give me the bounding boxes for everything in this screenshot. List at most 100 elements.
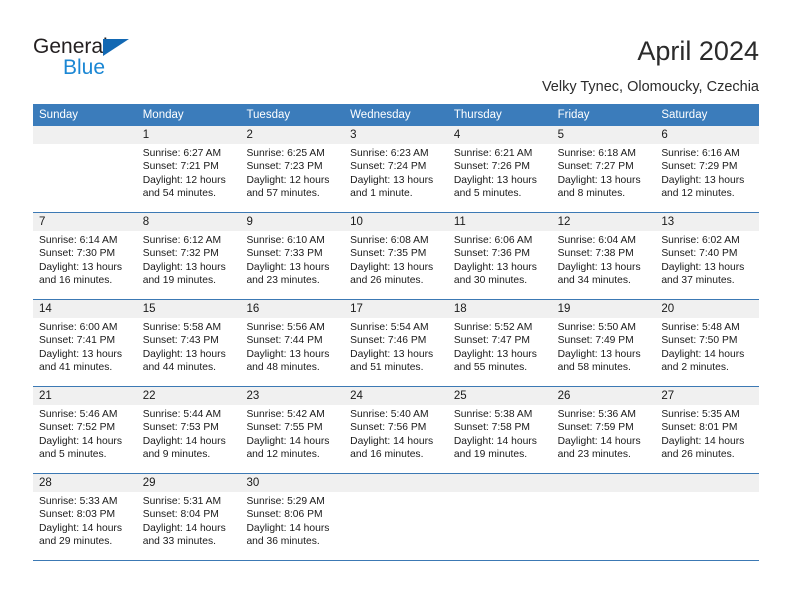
day-number[interactable]: 25 xyxy=(448,387,552,405)
daylight-text: and 16 minutes. xyxy=(39,274,113,286)
day-cell[interactable]: Sunrise: 5:33 AM Sunset: 8:03 PM Daylight:… xyxy=(33,492,137,560)
sunrise-text: Sunrise: 5:54 AM xyxy=(350,322,429,333)
daylight-text: Daylight: 13 hours xyxy=(557,174,641,186)
daylight-text: Daylight: 13 hours xyxy=(557,348,641,360)
day-cell[interactable]: Sunrise: 6:21 AM Sunset: 7:26 PM Daylight:… xyxy=(448,144,552,212)
day-number[interactable]: 2 xyxy=(240,126,344,144)
sunset-text: Sunset: 7:33 PM xyxy=(246,248,323,260)
sunrise-text: Sunrise: 5:29 AM xyxy=(246,496,325,507)
day-number[interactable]: 6 xyxy=(655,126,759,144)
day-detail-band: Sunrise: 6:14 AM Sunset: 7:30 PM Daylight:… xyxy=(33,231,759,299)
day-number[interactable]: 29 xyxy=(137,474,241,492)
daylight-text: Daylight: 12 hours xyxy=(142,174,226,186)
day-cell[interactable]: Sunrise: 5:36 AM Sunset: 7:59 PM Daylight:… xyxy=(552,405,656,473)
day-number[interactable]: 11 xyxy=(448,213,552,231)
sunset-text: Sunset: 7:36 PM xyxy=(453,248,531,260)
sunrise-text: Sunrise: 5:56 AM xyxy=(246,322,325,333)
calendar-week-row: 28 29 30 Sunrise: 5:33 AM Sunset: 8:03 PM Day… xyxy=(33,473,759,560)
day-number[interactable]: 15 xyxy=(137,300,241,318)
day-cell[interactable]: Sunrise: 6:16 AM Sunset: 7:29 PM Daylight:… xyxy=(655,144,759,212)
day-cell[interactable]: Sunrise: 6:00 AM Sunset: 7:41 PM Daylight:… xyxy=(33,318,137,386)
page-title: April 2024 xyxy=(637,36,759,66)
sunset-text: Sunset: 8:03 PM xyxy=(39,509,116,521)
day-number[interactable]: 21 xyxy=(33,387,137,405)
day-cell[interactable]: Sunrise: 5:29 AM Sunset: 8:06 PM Daylight:… xyxy=(240,492,344,560)
day-cell[interactable]: Sunrise: 6:18 AM Sunset: 7:27 PM Daylight:… xyxy=(552,144,656,212)
daylight-text: Daylight: 13 hours xyxy=(142,348,226,360)
day-cell[interactable]: Sunrise: 6:23 AM Sunset: 7:24 PM Daylight:… xyxy=(344,144,448,212)
daylight-text: and 58 minutes. xyxy=(557,361,631,373)
day-cell[interactable]: Sunrise: 6:02 AM Sunset: 7:40 PM Daylight:… xyxy=(655,231,759,299)
sunset-text: Sunset: 7:30 PM xyxy=(39,248,116,260)
day-cell[interactable]: Sunrise: 5:58 AM Sunset: 7:43 PM Daylight:… xyxy=(137,318,241,386)
daylight-text: Daylight: 13 hours xyxy=(39,348,122,360)
day-number[interactable]: 24 xyxy=(344,387,448,405)
day-number[interactable]: 14 xyxy=(33,300,137,318)
day-cell[interactable]: Sunrise: 6:12 AM Sunset: 7:32 PM Daylight:… xyxy=(137,231,241,299)
day-cell[interactable]: Sunrise: 5:52 AM Sunset: 7:47 PM Daylight:… xyxy=(448,318,552,386)
day-cell[interactable]: Sunrise: 5:40 AM Sunset: 7:56 PM Daylight:… xyxy=(344,405,448,473)
day-cell[interactable]: Sunrise: 6:04 AM Sunset: 7:38 PM Daylight:… xyxy=(552,231,656,299)
daylight-text: Daylight: 14 hours xyxy=(246,522,330,534)
day-cell[interactable]: Sunrise: 5:54 AM Sunset: 7:46 PM Daylight:… xyxy=(344,318,448,386)
day-cell-empty xyxy=(655,492,759,560)
day-cell[interactable]: Sunrise: 6:25 AM Sunset: 7:23 PM Daylight:… xyxy=(240,144,344,212)
logo-triangle-icon xyxy=(103,39,129,56)
day-number[interactable]: 26 xyxy=(552,387,656,405)
calendar-bottom-divider xyxy=(33,560,759,561)
day-detail-band: Sunrise: 5:46 AM Sunset: 7:52 PM Daylight:… xyxy=(33,405,759,473)
day-cell[interactable]: Sunrise: 5:42 AM Sunset: 7:55 PM Daylight:… xyxy=(240,405,344,473)
day-number[interactable]: 9 xyxy=(240,213,344,231)
day-number[interactable]: 20 xyxy=(655,300,759,318)
daylight-text: Daylight: 12 hours xyxy=(246,174,330,186)
day-number[interactable]: 5 xyxy=(552,126,656,144)
day-detail-band: Sunrise: 5:33 AM Sunset: 8:03 PM Daylight:… xyxy=(33,492,759,560)
daylight-text: and 26 minutes. xyxy=(661,448,735,460)
day-cell[interactable]: Sunrise: 6:08 AM Sunset: 7:35 PM Daylight:… xyxy=(344,231,448,299)
day-number[interactable]: 22 xyxy=(137,387,241,405)
sunrise-text: Sunrise: 5:33 AM xyxy=(39,496,118,507)
day-number[interactable]: 18 xyxy=(448,300,552,318)
day-number-band: 28 29 30 xyxy=(33,474,759,492)
daylight-text: and 23 minutes. xyxy=(557,448,631,460)
day-number[interactable]: 23 xyxy=(240,387,344,405)
day-number[interactable]: 30 xyxy=(240,474,344,492)
day-number[interactable]: 12 xyxy=(552,213,656,231)
sunrise-text: Sunrise: 6:08 AM xyxy=(350,235,429,246)
weekday-header-wednesday: Wednesday xyxy=(350,109,411,121)
day-cell[interactable]: Sunrise: 5:46 AM Sunset: 7:52 PM Daylight:… xyxy=(33,405,137,473)
day-cell[interactable]: Sunrise: 6:14 AM Sunset: 7:30 PM Daylight:… xyxy=(33,231,137,299)
day-cell[interactable]: Sunrise: 6:10 AM Sunset: 7:33 PM Daylight:… xyxy=(240,231,344,299)
day-cell[interactable]: Sunrise: 5:48 AM Sunset: 7:50 PM Daylight:… xyxy=(655,318,759,386)
day-cell[interactable]: Sunrise: 5:56 AM Sunset: 7:44 PM Daylight:… xyxy=(240,318,344,386)
sunset-text: Sunset: 7:58 PM xyxy=(453,422,531,434)
day-number[interactable]: 3 xyxy=(344,126,448,144)
daylight-text: Daylight: 13 hours xyxy=(39,261,122,273)
daylight-text: and 44 minutes. xyxy=(142,361,216,373)
daylight-text: and 41 minutes. xyxy=(39,361,113,373)
sunrise-text: Sunrise: 6:14 AM xyxy=(39,235,118,246)
sunset-text: Sunset: 8:01 PM xyxy=(661,422,738,434)
day-number[interactable]: 8 xyxy=(137,213,241,231)
sunset-text: Sunset: 7:38 PM xyxy=(557,248,634,260)
day-number[interactable]: 19 xyxy=(552,300,656,318)
day-number[interactable]: 28 xyxy=(33,474,137,492)
day-number[interactable]: 4 xyxy=(448,126,552,144)
daylight-text: and 5 minutes. xyxy=(39,448,107,460)
day-number[interactable]: 7 xyxy=(33,213,137,231)
day-cell[interactable]: Sunrise: 5:35 AM Sunset: 8:01 PM Daylight:… xyxy=(655,405,759,473)
day-cell[interactable]: Sunrise: 6:06 AM Sunset: 7:36 PM Daylight:… xyxy=(448,231,552,299)
day-cell[interactable]: Sunrise: 6:27 AM Sunset: 7:21 PM Daylight:… xyxy=(137,144,241,212)
day-number[interactable]: 13 xyxy=(655,213,759,231)
day-number[interactable]: 1 xyxy=(137,126,241,144)
day-detail-band: Sunrise: 6:00 AM Sunset: 7:41 PM Daylight:… xyxy=(33,318,759,386)
day-cell[interactable]: Sunrise: 5:44 AM Sunset: 7:53 PM Daylight:… xyxy=(137,405,241,473)
sunset-text: Sunset: 7:40 PM xyxy=(661,248,738,260)
day-number[interactable]: 17 xyxy=(344,300,448,318)
day-number[interactable]: 16 xyxy=(240,300,344,318)
day-cell[interactable]: Sunrise: 5:31 AM Sunset: 8:04 PM Daylight:… xyxy=(137,492,241,560)
day-cell[interactable]: Sunrise: 5:50 AM Sunset: 7:49 PM Daylight:… xyxy=(552,318,656,386)
day-cell[interactable]: Sunrise: 5:38 AM Sunset: 7:58 PM Daylight:… xyxy=(448,405,552,473)
day-number[interactable]: 27 xyxy=(655,387,759,405)
day-number[interactable]: 10 xyxy=(344,213,448,231)
